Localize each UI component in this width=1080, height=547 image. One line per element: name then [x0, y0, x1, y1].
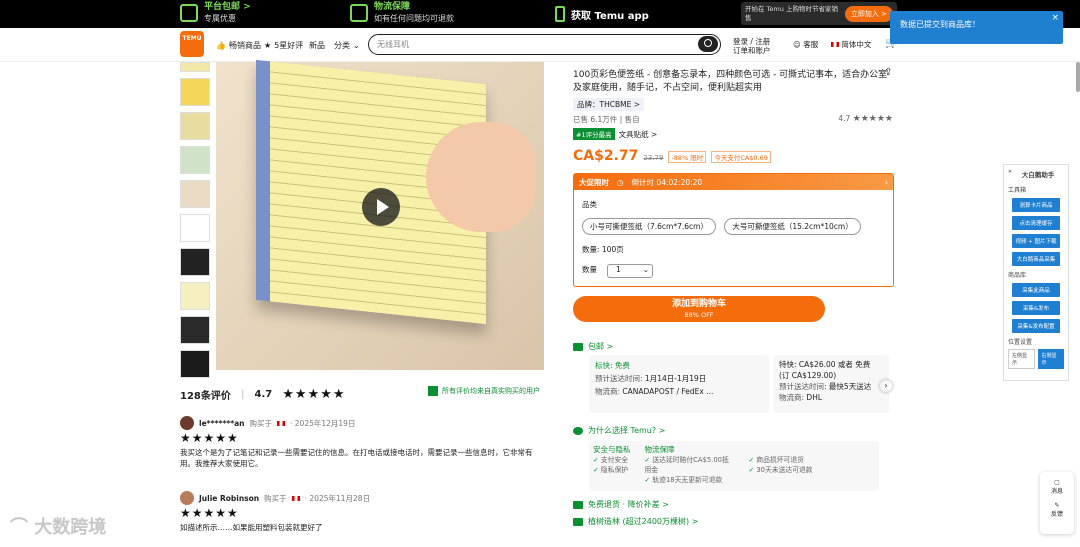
star-badge-icon: ★	[264, 41, 272, 50]
rank-badge[interactable]: #1评分最高 文具贴纸 >	[573, 128, 657, 140]
add-to-cart-button[interactable]: 添加到购物车 88% OFF	[573, 296, 825, 322]
get-app-link[interactable]: 获取 Temu app	[555, 6, 649, 22]
product-title: 100页彩色便签纸 - 创意备忘录本，四种颜色可选 - 可撕式记事本，适合办公室…	[573, 70, 888, 93]
variant-small[interactable]: 小号可撕便签纸（7.6cm*7.6cm）	[582, 218, 716, 235]
thumbnail-list	[180, 62, 210, 384]
plugin-button[interactable]: 采集此商品	[1012, 283, 1060, 297]
why-temu-box: 安全与隐私支付安全隐私保护 物流保障送达延时赔付CA$5.00抵用金轨迹18天无…	[589, 441, 879, 491]
standard-shipping[interactable]: 标快: 免费 预计送达时间: 1月14日-1月19日 物流商: CANADAPO…	[589, 355, 769, 413]
thumbnail[interactable]	[180, 146, 210, 174]
truck-icon	[573, 342, 583, 351]
feedback-icon[interactable]: ✎	[1040, 501, 1074, 510]
thumbnail[interactable]	[180, 350, 210, 378]
logistics-guarantee[interactable]: 物流保障 如有任何问题均可退款	[350, 2, 454, 24]
nav-five-star[interactable]: ★ 5星好评	[264, 40, 303, 51]
discount-badge: -88% 限时	[668, 151, 707, 163]
success-toast: 数据已提交到商品库！ ×	[890, 11, 1063, 44]
close-icon[interactable]: ✕	[1008, 169, 1012, 179]
thumbnail[interactable]	[180, 316, 210, 344]
chevron-down-icon: ⌄	[642, 265, 649, 274]
brand-link[interactable]: 品牌：THCBME >	[573, 98, 644, 111]
close-icon[interactable]: ×	[1051, 13, 1059, 23]
thumbnail[interactable]	[180, 62, 210, 72]
verified-shield-icon	[428, 386, 438, 396]
shield-icon	[573, 426, 583, 435]
avatar	[180, 416, 194, 430]
nav-categories[interactable]: 分类 ⌄	[334, 40, 360, 51]
watermark: ⌒ 大数跨境	[10, 517, 107, 538]
play-video-button[interactable]	[362, 188, 400, 226]
smile-icon: ☺	[793, 40, 801, 49]
nav-bestsellers[interactable]: 👍 畅销商品	[216, 40, 261, 51]
next-arrow-button[interactable]: ›	[880, 380, 892, 392]
chevron-down-icon: ⌄	[353, 41, 360, 50]
store-rating[interactable]: 4.7 ★★★★★	[838, 114, 893, 124]
support-link[interactable]: ☺ 客服	[793, 40, 818, 49]
truck-icon	[180, 4, 198, 22]
search-button[interactable]	[698, 36, 718, 52]
current-price: CA$2.77	[573, 148, 639, 164]
plugin-button[interactable]: 采集&发布	[1012, 301, 1060, 315]
canada-flag-icon	[291, 495, 300, 501]
why-temu-heading[interactable]: 为什么选择 Temu? >	[573, 425, 665, 436]
sold-count: 已售 6.1万件 | 售自 4.7 ★★★★★	[573, 114, 893, 124]
thumbnail[interactable]	[180, 214, 210, 242]
scrollbar[interactable]	[1076, 62, 1080, 92]
plugin-button[interactable]: 点击清理缓存	[1012, 216, 1060, 230]
free-shipping-promo[interactable]: 平台包邮 > 专属优惠	[180, 2, 251, 24]
quantity-select[interactable]: 1 ⌄	[607, 264, 653, 278]
hand-image	[426, 122, 536, 232]
share-icon[interactable]: ⇪	[884, 67, 892, 78]
free-return-link[interactable]: 免费退货 · 降价补差 >	[573, 499, 669, 510]
plugin-button[interactable]: 大白鹅商品采集	[1012, 252, 1060, 266]
signup-promo: 开始在 Temu 上购物时节省家销售 立即加入 >	[741, 2, 897, 25]
flash-deal-bar[interactable]: 大促限时 ◷ 倒计时 04:02:20:20 ›	[574, 174, 893, 190]
position-right-button[interactable]: 右侧显示	[1037, 349, 1064, 369]
plugin-button[interactable]: 测算卡片商品	[1012, 198, 1060, 212]
thumbnail[interactable]	[180, 180, 210, 208]
floating-actions: ▢ 消息 ✎ 反馈	[1040, 472, 1074, 534]
tree-planting-link[interactable]: 植树造林 (超过2400万棵树) >	[573, 516, 698, 527]
assistant-plugin-panel: ✕ 大白鹅助手 工具箱 测算卡片商品 点击清理缓存 视频 + 图片下载 大白鹅商品…	[1003, 164, 1069, 381]
phone-icon	[555, 6, 565, 22]
watermark-logo-icon: ⌒	[10, 517, 28, 538]
plugin-button[interactable]: 视频 + 图片下载	[1012, 234, 1060, 248]
chevron-right-icon: ›	[885, 177, 888, 187]
rating-stars: ★★★★★	[282, 386, 346, 402]
variant-large[interactable]: 大号可撕便签纸（15.2cm*10cm）	[724, 218, 861, 235]
thumbnail[interactable]	[180, 112, 210, 140]
thumbnail[interactable]	[180, 282, 210, 310]
avatar	[180, 491, 194, 505]
plugin-button[interactable]: 采集&发布配置	[1012, 319, 1060, 333]
pay-today-badge: 今天支付CA$0.69	[711, 151, 771, 163]
shipping-heading[interactable]: 包邮 >	[573, 341, 613, 352]
nav-new[interactable]: 新品	[309, 40, 325, 51]
join-now-button[interactable]: 立即加入 >	[844, 5, 893, 22]
options-panel: 大促限时 ◷ 倒计时 04:02:20:20 › 品类 小号可撕便签纸（7.6cm*7…	[573, 173, 894, 287]
search-input[interactable]: 无线耳机	[368, 34, 721, 55]
language-select[interactable]: 简体中文	[831, 40, 871, 49]
canada-flag-icon	[831, 42, 839, 47]
clock-icon: ◷	[617, 177, 624, 187]
thumb-icon: 👍	[216, 41, 226, 50]
return-icon	[573, 500, 583, 509]
verified-reviews-note: 所有评价均来自真实购买的用户	[428, 386, 540, 396]
canada-flag-icon	[277, 420, 286, 426]
chat-icon[interactable]: ▢	[1040, 478, 1074, 487]
position-left-button[interactable]: 左侧显示	[1008, 349, 1035, 369]
account-menu[interactable]: 登录 / 注册 订单和账户	[733, 37, 771, 55]
product-main-image[interactable]	[216, 59, 544, 370]
temu-logo[interactable]: TEMU	[180, 31, 204, 57]
truck-check-icon	[350, 4, 368, 22]
original-price: 23.79	[643, 154, 664, 162]
review-item: le*******an 购买于 · 2025年12月19日 ★★★★★ 我买这个是为…	[180, 416, 544, 469]
tree-icon	[573, 517, 583, 526]
thumbnail[interactable]	[180, 78, 210, 106]
price-row: CA$2.77 23.79 -88% 限时 今天支付CA$0.69	[573, 148, 771, 164]
express-shipping[interactable]: 特快: CA$26.00 或者 免费 (订 CA$129.00) 预计送达时间:…	[773, 355, 889, 413]
review-item: Julie Robinson 购买于 · 2025年11月28日 ★★★★★ 如描述…	[180, 491, 544, 533]
thumbnail[interactable]	[180, 248, 210, 276]
